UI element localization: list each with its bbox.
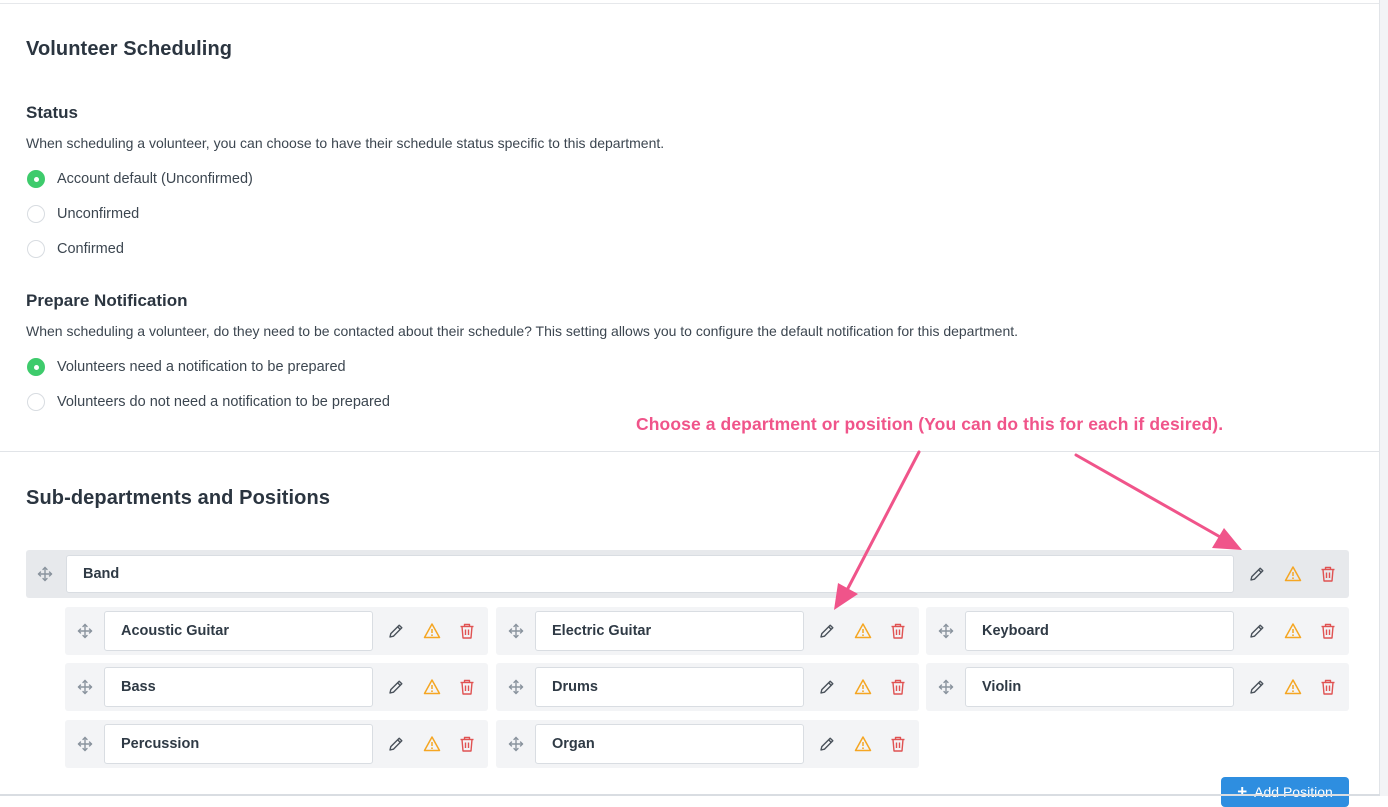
arrow-to-position [844,450,921,594]
annotation-arrows [834,450,1242,610]
arrow-head [1212,528,1242,550]
arrow-head [834,583,858,610]
arrow-to-department [1074,453,1224,540]
